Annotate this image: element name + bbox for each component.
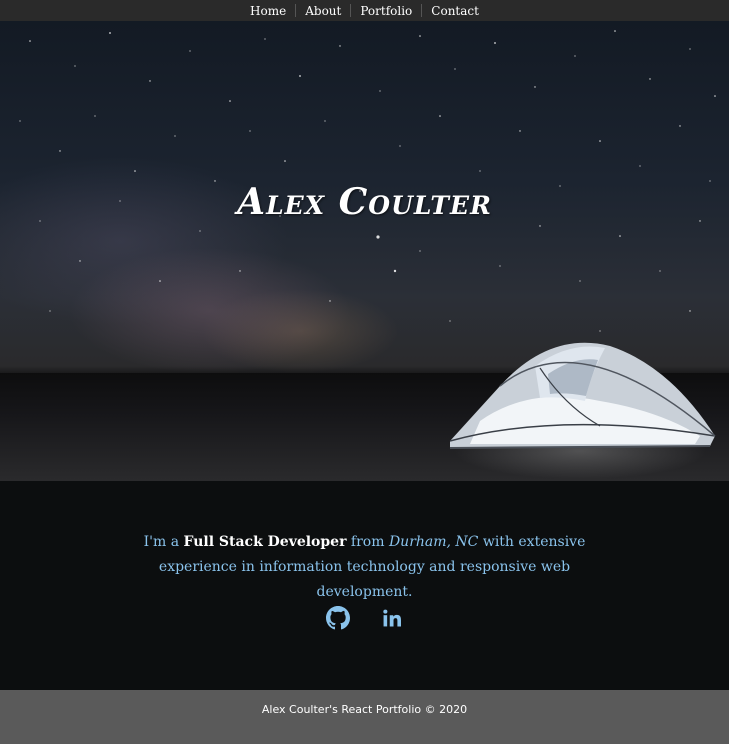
github-icon xyxy=(325,606,350,630)
bio-location: Durham, NC xyxy=(388,534,479,550)
glowing-tent-image xyxy=(449,342,716,449)
hero-title: Alex Coulter xyxy=(237,181,492,223)
bio-from: from xyxy=(350,534,385,550)
bio-intro: I'm a xyxy=(143,534,180,550)
github-link[interactable] xyxy=(325,606,350,630)
nav-about-link[interactable]: About xyxy=(296,4,350,18)
nav-contact-link[interactable]: Contact xyxy=(422,4,488,18)
bio-role: Full Stack Developer xyxy=(183,534,347,550)
linkedin-icon xyxy=(382,609,401,627)
hero-banner: Alex Coulter xyxy=(0,21,729,481)
linkedin-link[interactable] xyxy=(380,606,404,630)
top-navbar: Home About Portfolio Contact xyxy=(0,0,729,21)
bio-paragraph: I'm a Full Stack Developer from Durham, … xyxy=(140,530,589,605)
footer-copyright: Alex Coulter's React Portfolio © 2020 xyxy=(261,702,468,716)
page-footer: Alex Coulter's React Portfolio © 2020 xyxy=(0,690,729,744)
nav-home-link[interactable]: Home xyxy=(241,4,295,18)
nav-portfolio-link[interactable]: Portfolio xyxy=(351,4,421,18)
page: Home About Portfolio Contact Alex Coulte… xyxy=(0,0,729,744)
social-links xyxy=(0,606,729,630)
about-section: I'm a Full Stack Developer from Durham, … xyxy=(0,481,729,690)
